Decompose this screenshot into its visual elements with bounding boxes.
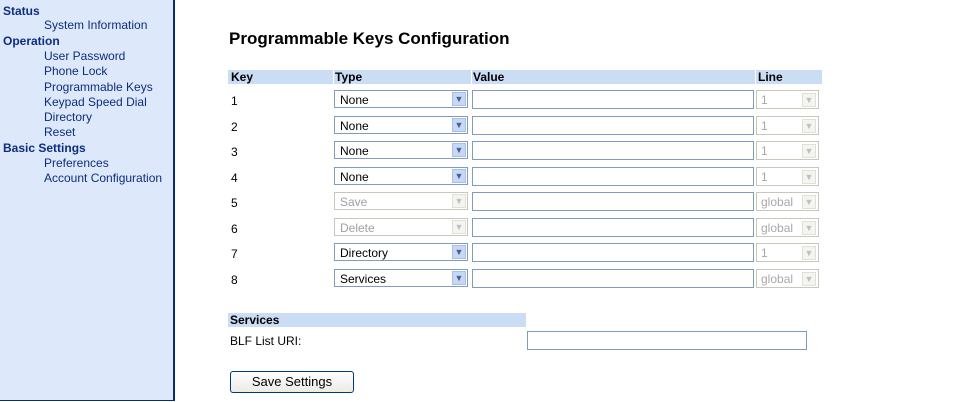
- key-number: 1: [231, 94, 238, 108]
- key-type-value: None: [340, 119, 369, 133]
- key-row: 2 None ▼ 1 ▼: [175, 115, 971, 139]
- chevron-down-icon: ▼: [802, 144, 816, 158]
- sidebar-item-programmable-keys[interactable]: Programmable Keys: [44, 80, 153, 94]
- page-title: Programmable Keys Configuration: [229, 29, 510, 48]
- sidebar-item-directory[interactable]: Directory: [44, 110, 92, 124]
- key-type-value: None: [340, 170, 369, 184]
- chevron-down-icon: ▼: [452, 220, 466, 234]
- chevron-down-icon: ▼: [452, 194, 466, 208]
- sidebar-item-account-configuration[interactable]: Account Configuration: [44, 171, 162, 185]
- key-type-select[interactable]: None ▼: [334, 141, 468, 159]
- key-number: 6: [231, 222, 238, 236]
- key-line-value: 1: [761, 170, 768, 184]
- key-type-select[interactable]: Services ▼: [334, 269, 468, 287]
- key-line-select: global ▼: [756, 192, 819, 211]
- key-line-select: 1 ▼: [756, 167, 819, 186]
- key-type-value: None: [340, 144, 369, 158]
- services-title: Services: [230, 313, 280, 327]
- key-value-input[interactable]: [472, 141, 754, 160]
- key-line-value: 1: [761, 246, 768, 260]
- key-number: 5: [231, 196, 238, 210]
- chevron-down-icon: ▼: [802, 195, 816, 209]
- key-type-select: Delete ▼: [334, 218, 468, 236]
- key-type-select[interactable]: None ▼: [334, 167, 468, 185]
- key-row: 5 Save ▼ global ▼: [175, 191, 971, 215]
- key-line-select: 1 ▼: [756, 243, 819, 262]
- key-line-select: global ▼: [756, 218, 819, 237]
- chevron-down-icon: ▼: [802, 119, 816, 133]
- chevron-down-icon: ▼: [802, 221, 816, 235]
- key-line-select: 1 ▼: [756, 90, 819, 109]
- blf-list-uri-input[interactable]: [527, 331, 807, 350]
- key-value-input[interactable]: [472, 192, 754, 211]
- sidebar-item-system-information[interactable]: System Information: [44, 18, 147, 32]
- key-value-input[interactable]: [472, 90, 754, 109]
- key-row: 6 Delete ▼ global ▼: [175, 217, 971, 241]
- key-row: 4 None ▼ 1 ▼: [175, 166, 971, 190]
- sidebar-section-basic-settings: Basic Settings: [3, 141, 86, 155]
- key-row: 8 Services ▼ global ▼: [175, 268, 971, 292]
- blf-list-uri-label: BLF List URI:: [230, 334, 302, 348]
- key-number: 2: [231, 120, 238, 134]
- chevron-down-icon[interactable]: ▼: [452, 245, 466, 259]
- services-section-header: Services: [228, 313, 526, 327]
- key-line-value: 1: [761, 119, 768, 133]
- key-type-select[interactable]: None ▼: [334, 90, 468, 108]
- chevron-down-icon: ▼: [802, 93, 816, 107]
- chevron-down-icon: ▼: [802, 170, 816, 184]
- sidebar-item-user-password[interactable]: User Password: [44, 49, 125, 63]
- key-row: 1 None ▼ 1 ▼: [175, 89, 971, 113]
- key-type-select[interactable]: Directory ▼: [334, 243, 468, 261]
- key-value-input[interactable]: [472, 218, 754, 237]
- key-value-input[interactable]: [472, 269, 754, 288]
- chevron-down-icon[interactable]: ▼: [452, 271, 466, 285]
- key-number: 4: [231, 171, 238, 185]
- key-type-value: None: [340, 93, 369, 107]
- sidebar-section-status: Status: [3, 4, 40, 18]
- column-header-value: Value: [472, 70, 755, 84]
- chevron-down-icon[interactable]: ▼: [452, 92, 466, 106]
- chevron-down-icon: ▼: [802, 272, 816, 286]
- chevron-down-icon[interactable]: ▼: [452, 118, 466, 132]
- key-type-value: Delete: [340, 221, 375, 235]
- chevron-down-icon[interactable]: ▼: [452, 169, 466, 183]
- key-row: 3 None ▼ 1 ▼: [175, 140, 971, 164]
- key-value-input[interactable]: [472, 116, 754, 135]
- key-line-value: global: [761, 221, 794, 235]
- key-type-value: Services: [340, 272, 387, 286]
- key-line-value: 1: [761, 144, 768, 158]
- key-value-input[interactable]: [472, 243, 754, 262]
- key-line-select: 1 ▼: [756, 116, 819, 135]
- sidebar-section-operation: Operation: [3, 34, 60, 48]
- sidebar-item-keypad-speed-dial[interactable]: Keypad Speed Dial: [44, 95, 147, 109]
- save-settings-button[interactable]: Save Settings: [230, 371, 354, 393]
- sidebar-item-preferences[interactable]: Preferences: [44, 156, 109, 170]
- key-type-select[interactable]: None ▼: [334, 116, 468, 134]
- key-line-value: global: [761, 195, 794, 209]
- key-value-input[interactable]: [472, 167, 754, 186]
- chevron-down-icon: ▼: [802, 246, 816, 260]
- column-header-key: Key: [228, 70, 333, 84]
- key-type-value: Directory: [340, 246, 389, 260]
- sidebar-item-phone-lock[interactable]: Phone Lock: [44, 64, 107, 78]
- key-number: 7: [231, 247, 238, 261]
- main-content: Programmable Keys Configuration Key Type…: [175, 0, 971, 402]
- column-header-type: Type: [334, 70, 471, 84]
- key-number: 8: [231, 273, 238, 287]
- chevron-down-icon[interactable]: ▼: [452, 143, 466, 157]
- key-type-value: Save: [340, 195, 368, 209]
- sidebar-item-reset[interactable]: Reset: [44, 125, 75, 139]
- column-header-line: Line: [756, 70, 822, 84]
- key-type-select: Save ▼: [334, 192, 468, 210]
- key-line-value: global: [761, 272, 794, 286]
- sidebar: Status System Information Operation User…: [0, 0, 175, 401]
- key-line-value: 1: [761, 93, 768, 107]
- key-row: 7 Directory ▼ 1 ▼: [175, 242, 971, 266]
- key-line-select: global ▼: [756, 269, 819, 288]
- key-number: 3: [231, 145, 238, 159]
- key-line-select: 1 ▼: [756, 141, 819, 160]
